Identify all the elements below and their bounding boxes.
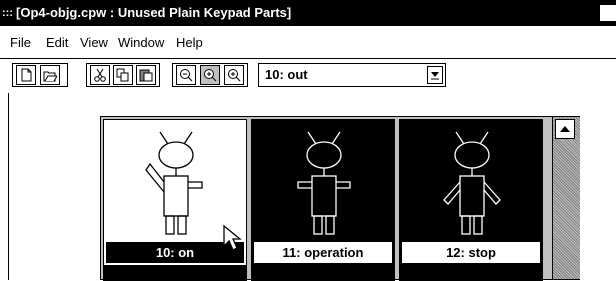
robot-standing-icon — [297, 131, 351, 235]
zoom-fit-icon[interactable] — [200, 65, 220, 85]
menu-window[interactable]: Window — [118, 35, 164, 50]
chevron-down-icon[interactable] — [427, 66, 443, 84]
title-bar: ::: [Op4-objg.cpw : Unused Plain Keypad … — [0, 0, 616, 26]
window-title: [Op4-objg.cpw : Unused Plain Keypad Part… — [16, 5, 292, 20]
copy-icon[interactable] — [113, 65, 133, 85]
part-select-combo[interactable]: 10: out — [258, 63, 446, 87]
menu-bar: File Edit View Window Help — [0, 33, 616, 55]
menu-edit[interactable]: Edit — [46, 35, 68, 50]
scroll-up-button[interactable] — [555, 119, 575, 139]
robot-arms-down-icon — [443, 131, 501, 235]
window-control-button[interactable] — [600, 5, 616, 21]
parts-panel: 10: on 11: operation 12: stop — [100, 116, 580, 281]
open-file-icon[interactable] — [40, 65, 60, 85]
menu-file[interactable]: File — [10, 35, 31, 50]
vertical-scrollbar[interactable] — [552, 117, 580, 279]
menu-help[interactable]: Help — [176, 35, 203, 50]
part-cell-4[interactable] — [103, 265, 247, 281]
mouse-cursor-icon — [223, 224, 242, 251]
new-file-icon[interactable] — [16, 65, 36, 85]
zoom-in-icon[interactable] — [224, 65, 244, 85]
combo-value: 10: out — [265, 67, 308, 82]
part-cell-5[interactable] — [251, 265, 395, 281]
cut-icon[interactable] — [90, 65, 110, 85]
client-area: 10: on 11: operation 12: stop — [0, 93, 616, 281]
app-window-icon[interactable]: ::: — [2, 8, 13, 19]
part-cell-6[interactable] — [399, 265, 543, 281]
chevron-up-icon — [560, 126, 570, 132]
toolbar: 10: out — [0, 58, 616, 94]
part-label: 11: operation — [254, 242, 392, 263]
paste-icon[interactable] — [136, 65, 156, 85]
part-cell-2[interactable]: 11: operation — [251, 119, 395, 266]
part-cell-3[interactable]: 12: stop — [399, 119, 543, 266]
left-border — [8, 93, 9, 280]
part-label: 12: stop — [402, 242, 540, 263]
menu-view[interactable]: View — [80, 35, 108, 50]
robot-waving-icon — [145, 131, 203, 235]
zoom-out-icon[interactable] — [176, 65, 196, 85]
